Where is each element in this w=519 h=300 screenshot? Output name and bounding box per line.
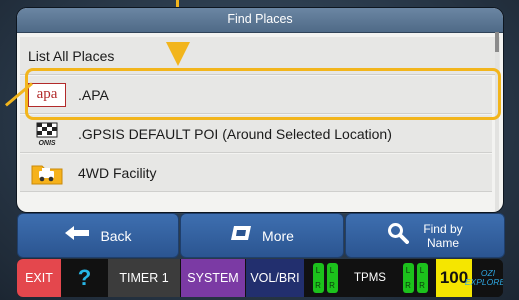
find-by-name-button[interactable]: Find by Name bbox=[345, 213, 505, 258]
tpms-label[interactable]: TPMS bbox=[345, 259, 395, 297]
panel-title: Find Places bbox=[17, 8, 503, 33]
more-icon bbox=[230, 225, 252, 246]
arrow-left-icon bbox=[64, 225, 90, 246]
back-button[interactable]: Back bbox=[17, 213, 179, 258]
callout-arrowhead bbox=[166, 42, 190, 66]
list-item-4wd[interactable]: 4WD Facility bbox=[20, 154, 492, 192]
list-item-gpsis[interactable]: ONIS .GPSIS DEFAULT POI (Around Selected… bbox=[20, 115, 492, 153]
help-button[interactable]: ? bbox=[62, 259, 107, 297]
more-label: More bbox=[262, 227, 294, 244]
exit-button[interactable]: EXIT bbox=[17, 259, 61, 297]
search-icon bbox=[387, 222, 410, 249]
status-bar: EXIT ? TIMER 1 SYSTEM VOL/BRI LR LR TPMS… bbox=[17, 259, 503, 297]
list-item-label: .GPSIS DEFAULT POI (Around Selected Loca… bbox=[78, 125, 392, 142]
vol-bri-button[interactable]: VOL/BRI bbox=[246, 259, 304, 297]
back-label: Back bbox=[100, 227, 132, 244]
list-item-label: 4WD Facility bbox=[78, 164, 157, 181]
tire-lr-right-indicator: LR LR bbox=[395, 259, 435, 297]
scrollbar-track[interactable] bbox=[495, 32, 499, 212]
scrollbar-thumb[interactable] bbox=[495, 32, 499, 52]
system-button[interactable]: SYSTEM bbox=[181, 259, 245, 297]
more-button[interactable]: More bbox=[180, 213, 344, 258]
find-by-name-label: Find by Name bbox=[423, 221, 463, 250]
tire-lr-left-indicator: LR LR bbox=[305, 259, 345, 297]
timer-button[interactable]: TIMER 1 bbox=[108, 259, 180, 297]
4wd-vehicle-folder-icon bbox=[28, 161, 66, 185]
checkered-flag-icon: ONIS bbox=[28, 122, 66, 147]
list-all-places-label: List All Places bbox=[28, 47, 115, 64]
svg-text:ONIS: ONIS bbox=[38, 140, 55, 147]
ozi-explorer-button[interactable]: OZIEXPLORER bbox=[465, 259, 503, 297]
selection-highlight bbox=[25, 68, 501, 120]
